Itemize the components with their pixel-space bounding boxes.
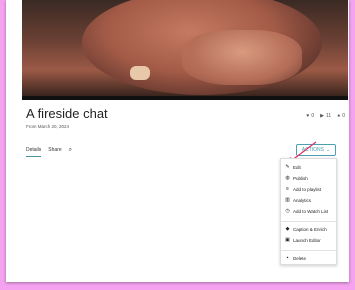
play-icon: ▶ <box>320 113 324 119</box>
plays-count: 11 <box>325 113 332 119</box>
likes-stat[interactable]: ♥ 0 <box>306 113 314 119</box>
menu-item-label: Add to playlist <box>293 186 322 192</box>
trash-icon: ▪ <box>286 255 289 261</box>
menu-item-analytics[interactable]: ▥ Analytics <box>285 197 311 203</box>
video-thumbnail[interactable] <box>22 0 348 100</box>
menu-item-label: Analytics <box>293 197 312 203</box>
actions-menu: ✎ Edit ◍ Publish ≡ Add to playlist ▥ Ana… <box>280 158 337 265</box>
menu-divider <box>281 250 336 251</box>
menu-item-delete[interactable]: ▪ Delete <box>285 255 306 261</box>
comments-stat[interactable]: ● 0 <box>337 113 345 119</box>
comment-icon: ● <box>337 113 341 119</box>
menu-divider <box>281 221 336 222</box>
menu-item-label: Publish <box>293 175 308 181</box>
page-title: A fireside chat <box>26 106 108 121</box>
editor-icon: ▣ <box>285 237 290 243</box>
menu-item-launch-editor[interactable]: ▣ Launch Editor <box>285 237 321 243</box>
menu-item-add-to-watch-list[interactable]: ◷ Add to Watch List <box>285 208 328 214</box>
enrich-icon: ◆ <box>285 226 290 232</box>
heart-icon: ♥ <box>306 113 310 119</box>
pencil-icon: ✎ <box>285 164 290 170</box>
video-highlight <box>182 30 302 85</box>
menu-item-caption-enrich[interactable]: ◆ Caption & Enrich <box>285 226 327 232</box>
likes-count: 0 <box>311 113 315 119</box>
from-label: From <box>26 124 37 129</box>
globe-icon: ◍ <box>285 175 290 181</box>
menu-item-publish[interactable]: ◍ Publish <box>285 175 308 181</box>
search-icon[interactable]: ⌕ <box>69 147 72 157</box>
publish-date: March 20, 2024 <box>37 124 70 129</box>
menu-item-label: Launch Editor <box>293 237 321 243</box>
tab-details[interactable]: Details <box>26 147 42 157</box>
comments-count: 0 <box>342 113 345 119</box>
actions-label: ACTIONS <box>301 147 325 153</box>
analytics-icon: ▥ <box>285 197 290 203</box>
chevron-down-icon: ⌄ <box>326 147 331 153</box>
tab-share[interactable]: Share <box>48 147 61 157</box>
video-stats: ♥ 0 ▶ 11 ● 0 <box>306 113 345 119</box>
clock-icon: ◷ <box>285 208 290 214</box>
menu-item-label: Add to Watch List <box>293 208 329 214</box>
menu-item-edit[interactable]: ✎ Edit <box>285 164 301 170</box>
playlist-icon: ≡ <box>286 186 289 192</box>
menu-item-label: Edit <box>293 164 301 170</box>
menu-item-add-to-playlist[interactable]: ≡ Add to playlist <box>285 186 321 192</box>
tab-bar: Details Share ⌕ <box>26 147 72 157</box>
video-metadata: From March 20, 2024 <box>26 124 69 129</box>
video-progress-bar[interactable] <box>22 96 348 100</box>
menu-item-label: Delete <box>293 255 307 261</box>
actions-button[interactable]: ACTIONS ⌄ <box>296 144 336 156</box>
menu-item-label: Caption & Enrich <box>293 226 327 232</box>
video-hand <box>130 66 150 80</box>
plays-stat: ▶ 11 <box>320 113 331 119</box>
